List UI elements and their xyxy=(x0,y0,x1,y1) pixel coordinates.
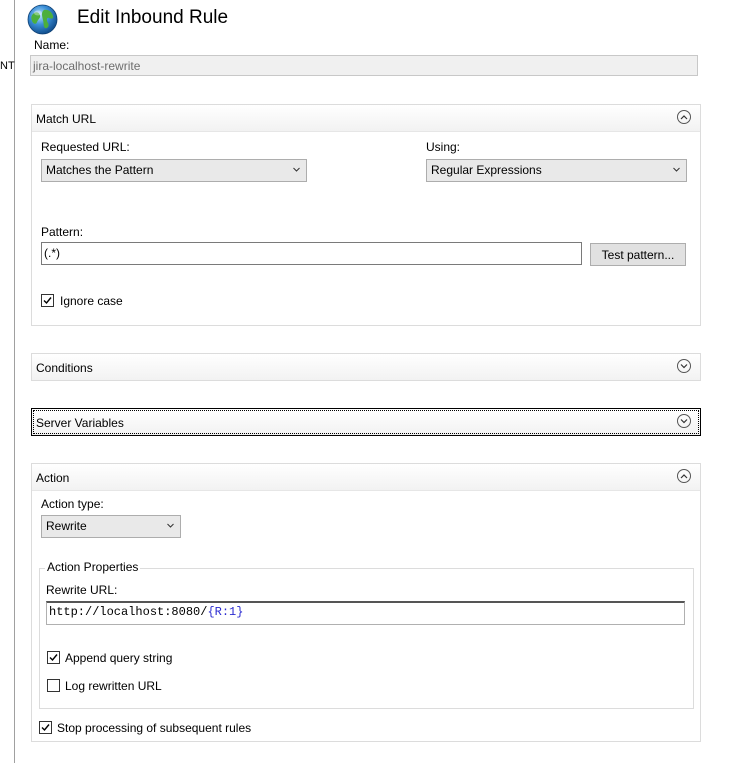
stop-processing-checkbox[interactable] xyxy=(39,721,52,734)
chevron-down-icon xyxy=(673,167,680,172)
append-query-checkbox[interactable] xyxy=(47,651,60,664)
conditions-panel: Conditions xyxy=(31,353,701,381)
action-type-value: Rewrite xyxy=(46,519,87,533)
append-query-label: Append query string xyxy=(65,651,173,665)
action-properties-title: Action Properties xyxy=(45,560,141,574)
rewrite-url-variable: R:1 xyxy=(214,605,237,619)
rewrite-url-brace-open: { xyxy=(207,605,215,619)
dialog-title: Edit Inbound Rule xyxy=(77,7,229,28)
conditions-header[interactable]: Conditions xyxy=(32,354,700,380)
rewrite-url-label: Rewrite URL: xyxy=(46,583,118,597)
server-variables-title: Server Variables xyxy=(36,416,124,430)
requested-url-label: Requested URL: xyxy=(41,140,130,154)
rewrite-url-input[interactable]: http://localhost:8080/{R:1} xyxy=(46,601,685,625)
pattern-label: Pattern: xyxy=(41,225,84,239)
conditions-title: Conditions xyxy=(36,361,93,375)
globe-icon xyxy=(27,4,58,35)
match-url-header[interactable]: Match URL xyxy=(32,105,700,132)
requested-url-select[interactable]: Matches the Pattern xyxy=(41,159,307,182)
stop-processing-label: Stop processing of subsequent rules xyxy=(57,721,252,735)
requested-url-value: Matches the Pattern xyxy=(46,163,154,177)
action-type-select[interactable]: Rewrite xyxy=(41,515,181,538)
rewrite-url-prefix: http://localhost:8080/ xyxy=(49,605,208,619)
match-url-title: Match URL xyxy=(36,112,97,126)
ignore-case-label: Ignore case xyxy=(60,294,123,308)
chevron-up-icon[interactable] xyxy=(677,110,691,124)
action-header[interactable]: Action xyxy=(32,464,700,491)
server-variables-header[interactable]: Server Variables xyxy=(32,409,700,435)
chevron-down-icon[interactable] xyxy=(677,414,691,428)
chevron-down-icon xyxy=(293,167,300,172)
test-pattern-button[interactable]: Test pattern... xyxy=(590,243,686,266)
rewrite-url-brace-close: } xyxy=(236,605,244,619)
chevron-up-icon[interactable] xyxy=(677,469,691,483)
using-label: Using: xyxy=(426,140,461,154)
action-panel: Action Action type: Rewrite Action Prope… xyxy=(31,463,701,742)
using-select[interactable]: Regular Expressions xyxy=(426,159,687,182)
using-value: Regular Expressions xyxy=(431,163,542,177)
match-url-panel: Match URL Requested URL: Matches the Pat… xyxy=(31,104,701,326)
server-variables-panel: Server Variables xyxy=(31,408,701,436)
name-label: Name: xyxy=(34,38,70,52)
name-field[interactable]: jira-localhost-rewrite xyxy=(30,55,698,76)
chevron-down-icon[interactable] xyxy=(677,359,691,373)
action-type-label: Action type: xyxy=(41,497,104,511)
underlying-text-fragment: NT xyxy=(0,60,15,72)
action-title: Action xyxy=(36,471,70,485)
ignore-case-checkbox[interactable] xyxy=(41,294,54,307)
log-rewritten-label: Log rewritten URL xyxy=(65,679,162,693)
underlying-window-edge: NT xyxy=(0,0,15,763)
chevron-down-icon xyxy=(167,523,174,528)
log-rewritten-checkbox[interactable] xyxy=(47,679,60,692)
pattern-input[interactable]: (.*) xyxy=(41,242,582,265)
